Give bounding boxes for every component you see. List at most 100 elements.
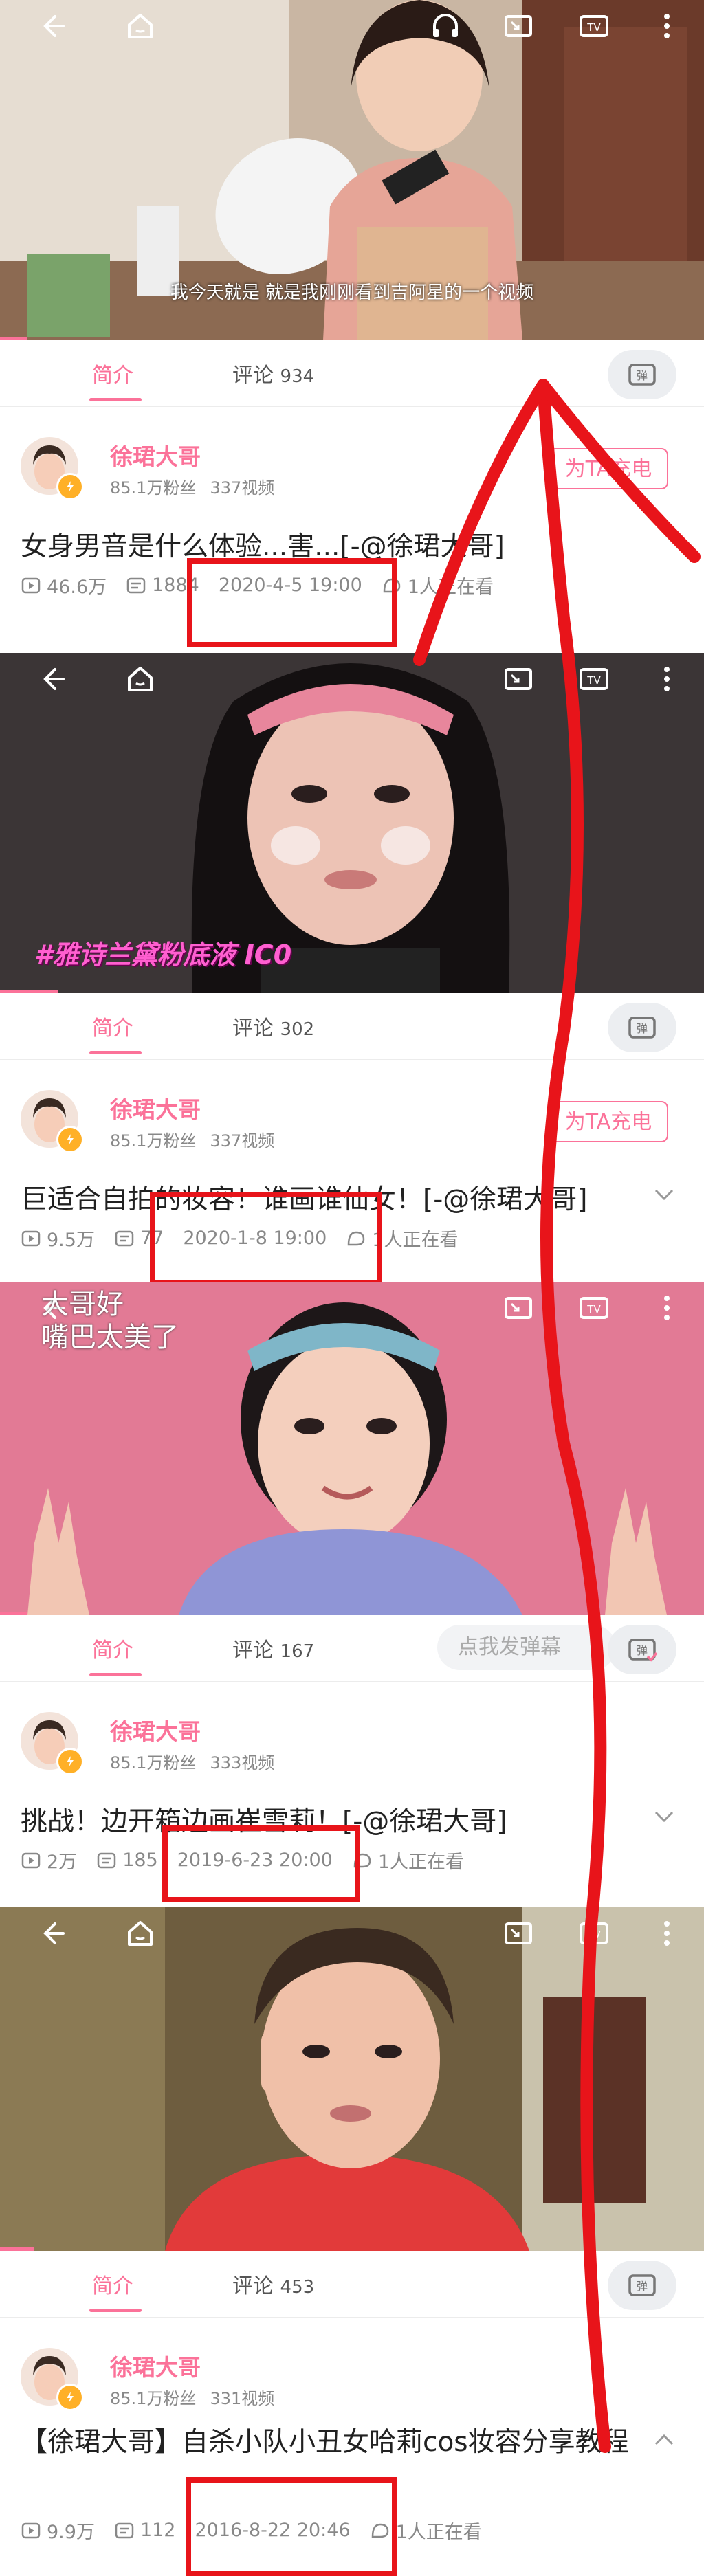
tab-underline (89, 1673, 142, 1676)
danmaku-toggle-button[interactable]: 弹 (608, 350, 676, 399)
back-arrow-icon[interactable] (32, 7, 70, 45)
cast-icon[interactable] (499, 7, 538, 45)
danmaku-toggle-button[interactable]: 弹 (608, 1003, 676, 1052)
tv-icon[interactable]: TV (575, 660, 613, 698)
danmaku-input[interactable]: 点我发弹幕 (437, 1625, 616, 1670)
danmaku-count-icon (115, 1230, 134, 1246)
panel-4: TV 简介 评论 453 弹 徐珺大哥 85.1万粉丝 331视频 【徐珺大哥】自… (0, 1907, 704, 2576)
tab-comments-label: 评论 (232, 1017, 274, 1041)
more-icon[interactable] (648, 1914, 686, 1953)
uploader-name[interactable]: 徐珺大哥 (110, 2349, 201, 2382)
tab-intro[interactable]: 简介 (92, 1011, 133, 1041)
back-arrow-icon[interactable] (32, 1914, 70, 1953)
svg-text:TV: TV (586, 674, 601, 687)
danmaku-toggle-icon: 弹 (628, 1017, 656, 1039)
back-arrow-icon[interactable] (32, 660, 70, 698)
tab-comments-label: 评论 (232, 364, 274, 388)
video-player[interactable]: TV 我今天就是 就是我刚刚看到吉阿星的一个视频 (0, 0, 704, 340)
chevron-down-icon[interactable] (650, 1181, 678, 1208)
verified-badge (56, 2384, 84, 2411)
video-count: 331视频 (210, 2389, 275, 2408)
player-topbar: TV (0, 0, 704, 55)
date-highlight-box (162, 1825, 360, 1902)
charge-button[interactable]: 为TA充电 (549, 1101, 668, 1142)
video-count: 337视频 (210, 478, 275, 498)
tab-underline (89, 2309, 142, 2312)
video-count: 333视频 (210, 1753, 275, 1773)
uploader-stats: 85.1万粉丝 337视频 (110, 1127, 288, 1151)
tv-icon[interactable]: TV (575, 1914, 613, 1953)
tv-icon[interactable]: TV (575, 7, 613, 45)
tab-bar: 简介 评论 453 弹 (0, 2251, 704, 2318)
headphones-icon[interactable] (426, 7, 465, 45)
more-icon[interactable] (648, 1289, 686, 1327)
video-player[interactable]: TV #雅诗兰黛粉底液 IC0 (0, 653, 704, 993)
svg-text:弹: 弹 (637, 369, 648, 382)
danmaku-toggle-button[interactable]: 弹 (608, 2261, 676, 2310)
danmaku-count-icon (126, 577, 146, 593)
tab-comments-label: 评论 (232, 1639, 274, 1663)
danmaku-count: 112 (140, 2520, 176, 2541)
video-player[interactable]: TV 大哥好 嘴巴太美了 (0, 1282, 704, 1615)
comment-count: 302 (280, 1019, 315, 1040)
danmaku-toggle-icon: 弹 (628, 2274, 656, 2296)
tab-comments-label: 评论 (232, 2274, 274, 2298)
tab-underline (89, 1051, 142, 1054)
tab-comments[interactable]: 评论 934 (232, 358, 314, 388)
svg-text:弹: 弹 (637, 1644, 648, 1657)
tab-bar: 简介 评论 934 弹 (0, 340, 704, 407)
tab-comments[interactable]: 评论 167 (232, 1633, 314, 1663)
followers-count: 85.1万粉丝 (110, 478, 197, 498)
view-count: 2万 (47, 1852, 78, 1873)
more-icon[interactable] (648, 660, 686, 698)
comment-count: 167 (280, 1641, 315, 1662)
charge-button[interactable]: 为TA充电 (549, 448, 668, 489)
date-highlight-box (150, 1192, 382, 1285)
svg-text:TV: TV (586, 1303, 601, 1315)
uploader-name[interactable]: 徐珺大哥 (110, 1713, 201, 1746)
play-count-icon (21, 1230, 41, 1246)
home-icon[interactable] (121, 7, 160, 45)
svg-text:TV: TV (586, 1929, 601, 1941)
video-overlay-text: #雅诗兰黛粉底液 IC0 (34, 940, 292, 970)
svg-text:弹: 弹 (637, 2280, 648, 2293)
danmaku-count-icon (115, 2522, 134, 2538)
tab-intro[interactable]: 简介 (92, 2269, 133, 2299)
verified-badge (56, 1748, 84, 1775)
tab-comments[interactable]: 评论 453 (232, 2269, 314, 2299)
home-icon[interactable] (121, 1914, 160, 1953)
chevron-up-icon[interactable] (650, 2426, 678, 2454)
tv-icon[interactable]: TV (575, 1289, 613, 1327)
tab-bar: 简介 评论 302 弹 (0, 993, 704, 1060)
svg-text:弹: 弹 (637, 1022, 648, 1035)
home-icon[interactable] (121, 660, 160, 698)
tab-intro[interactable]: 简介 (92, 358, 133, 388)
followers-count: 85.1万粉丝 (110, 1753, 197, 1773)
danmaku-count-icon (97, 1852, 116, 1868)
cast-icon[interactable] (499, 660, 538, 698)
more-icon[interactable] (648, 7, 686, 45)
uploader-stats: 85.1万粉丝 331视频 (110, 2385, 288, 2409)
danmaku-toggle-icon: 弹 (628, 1639, 658, 1662)
watching-count: 1人正在看 (395, 2522, 482, 2543)
danmaku-toggle-button[interactable]: 弹 (608, 1625, 676, 1674)
danmaku-toggle-icon: 弹 (628, 364, 656, 386)
uploader-stats: 85.1万粉丝 333视频 (110, 1749, 288, 1773)
date-highlight-box (187, 558, 397, 647)
date-highlight-box (186, 2477, 397, 2576)
video-subtitle: 我今天就是 就是我刚刚看到吉阿星的一个视频 (170, 282, 534, 303)
play-count-icon (21, 577, 41, 593)
cast-icon[interactable] (499, 1914, 538, 1953)
danmaku-count: 185 (122, 1850, 158, 1871)
video-player[interactable]: TV (0, 1907, 704, 2251)
video-caption: 嘴巴太美了 (41, 1322, 179, 1353)
uploader-stats: 85.1万粉丝 337视频 (110, 474, 288, 498)
uploader-name[interactable]: 徐珺大哥 (110, 438, 201, 471)
watching-count: 1人正在看 (377, 1852, 465, 1873)
uploader-name[interactable]: 徐珺大哥 (110, 1091, 201, 1124)
tab-comments[interactable]: 评论 302 (232, 1011, 314, 1041)
cast-icon[interactable] (499, 1289, 538, 1327)
chevron-down-icon[interactable] (650, 1803, 678, 1830)
panel-1: TV 我今天就是 就是我刚刚看到吉阿星的一个视频 简介 评论 934 弹 徐珺大… (0, 0, 704, 653)
tab-intro[interactable]: 简介 (92, 1633, 133, 1663)
